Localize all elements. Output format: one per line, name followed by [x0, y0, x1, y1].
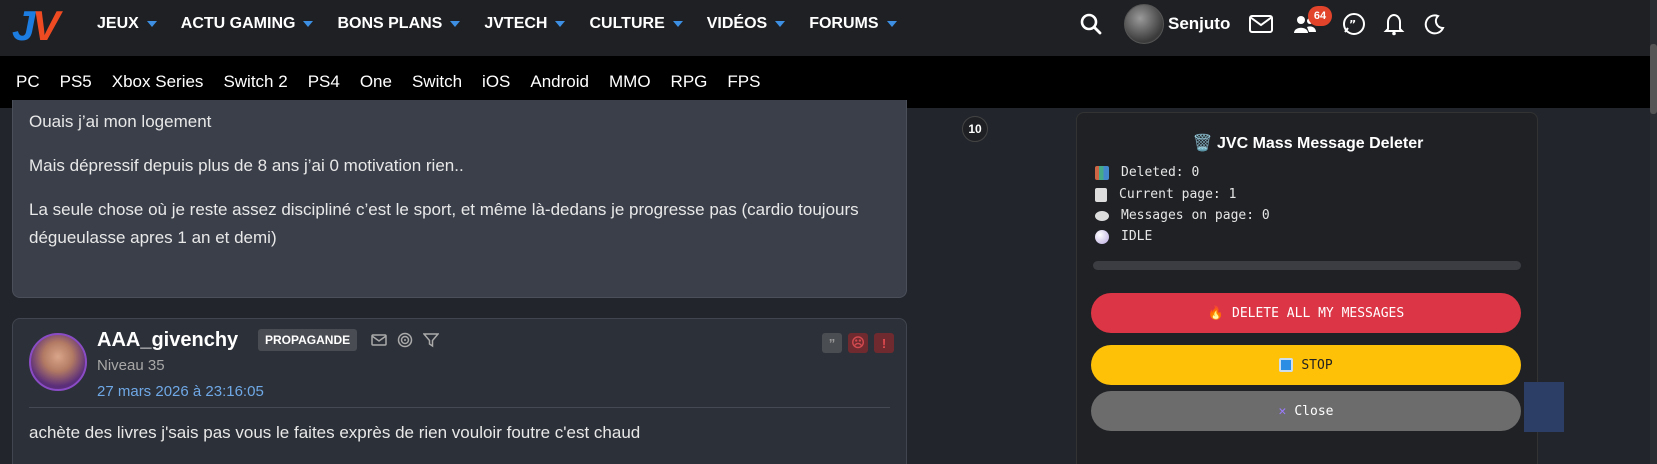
nav-label: CULTURE [589, 15, 665, 32]
status-label: IDLE [1121, 229, 1153, 244]
main-menu: JEUX ACTU GAMING BONS PLANS JVTECH CULTU… [97, 0, 921, 48]
button-label: Close [1294, 403, 1334, 419]
stop-icon [1279, 358, 1294, 372]
status-dot-icon [1095, 229, 1109, 244]
chevron-down-icon [886, 21, 897, 27]
nav-actu-gaming[interactable]: ACTU GAMING [181, 15, 314, 33]
report-icon[interactable]: ! [874, 333, 894, 353]
platform-android[interactable]: Android [530, 72, 589, 92]
nav-label: FORUMS [809, 15, 879, 32]
speech-bubble-icon [1095, 210, 1109, 221]
platform-ps5[interactable]: PS5 [60, 72, 92, 92]
username[interactable]: Senjuto [1168, 14, 1230, 34]
platform-fps[interactable]: FPS [727, 72, 760, 92]
post-date[interactable]: 27 mars 2026 à 23:16:05 [97, 383, 264, 400]
nav-videos[interactable]: VIDÉOS [706, 15, 786, 33]
post-text: achète des livres j'sais pas vous le fai… [29, 423, 641, 442]
mass-deleter-panel: 🗑️ JVC Mass Message Deleter Deleted: 0 C… [1076, 112, 1538, 464]
chevron-down-icon [303, 21, 314, 27]
stat-deleted: Deleted: 0 [1095, 165, 1199, 180]
stat-label: Deleted: 0 [1121, 165, 1200, 180]
user-avatar[interactable] [1124, 4, 1164, 44]
nav-jeux[interactable]: JEUX [97, 15, 157, 33]
fire-icon: 🔥 [1207, 305, 1224, 321]
stat-current-page: Current page: 1 [1095, 187, 1236, 202]
quote-icon[interactable]: ” [822, 333, 842, 353]
progress-bar [1093, 261, 1521, 270]
stat-messages: Messages on page: 0 [1095, 208, 1270, 223]
moon-icon[interactable] [1421, 10, 1449, 38]
platform-pc[interactable]: PC [16, 72, 40, 92]
stat-label: Current page: 1 [1119, 187, 1237, 202]
chevron-down-icon [672, 21, 683, 27]
platform-rpg[interactable]: RPG [671, 72, 708, 92]
stat-status: IDLE [1095, 229, 1152, 244]
panel-title: 🗑️ JVC Mass Message Deleter [1192, 135, 1424, 152]
scrollbar-thumb[interactable] [1650, 44, 1657, 114]
post-text-line: Ouais j’ai mon logement [29, 112, 212, 131]
platform-xbox-series[interactable]: Xbox Series [112, 72, 204, 92]
chevron-down-icon [450, 21, 461, 27]
stop-button[interactable]: STOP [1091, 345, 1521, 385]
author-tag: PROPAGANDE [258, 329, 358, 351]
svg-text:”: ” [1349, 18, 1356, 31]
platform-one[interactable]: One [360, 72, 392, 92]
post-text-line: La seule chose où je reste assez discipl… [29, 200, 859, 219]
logo-v: V [32, 2, 61, 49]
chevron-down-icon [775, 21, 786, 27]
forum-post: AAA_givenchy PROPAGANDE Niveau 35 27 mar… [12, 318, 907, 464]
nav-label: BONS PLANS [337, 15, 443, 32]
chat-widget[interactable] [1524, 382, 1564, 432]
chevron-down-icon [146, 21, 157, 27]
nav-label: ACTU GAMING [180, 15, 296, 32]
forum-quote-icon[interactable]: ” [1340, 10, 1368, 38]
mail-icon[interactable] [1247, 10, 1275, 38]
nav-label: JVTECH [484, 15, 548, 32]
close-icon: ✕ [1278, 403, 1287, 419]
chart-icon [1095, 165, 1109, 180]
page-icon [1095, 187, 1107, 202]
spiral-icon[interactable] [396, 331, 414, 349]
delete-all-button[interactable]: 🔥 DELETE ALL MY MESSAGES [1091, 293, 1521, 333]
divider [29, 407, 890, 408]
platform-mmo[interactable]: MMO [609, 72, 651, 92]
nav-culture[interactable]: CULTURE [589, 15, 683, 33]
button-label: STOP [1301, 357, 1333, 373]
filter-icon[interactable] [422, 331, 440, 349]
platform-switch[interactable]: Switch [412, 72, 462, 92]
platform-switch-2[interactable]: Switch 2 [223, 72, 287, 92]
top-navbar: J V JEUX ACTU GAMING BONS PLANS JVTECH C… [0, 0, 1657, 56]
close-button[interactable]: ✕ Close [1091, 391, 1521, 431]
forum-post: Ouais j’ai mon logement Mais dépressif d… [12, 100, 907, 298]
author-name[interactable]: AAA_givenchy [97, 329, 238, 352]
post-action-buttons: ” ☹ ! [816, 333, 894, 353]
bell-icon[interactable] [1380, 10, 1408, 38]
author-actions [370, 331, 448, 349]
stat-label: Messages on page: 0 [1121, 208, 1270, 223]
nav-label: JEUX [97, 15, 139, 32]
notification-badge: 64 [1308, 6, 1332, 26]
author-level: Niveau 35 [97, 357, 165, 374]
chevron-down-icon [555, 21, 566, 27]
search-icon[interactable] [1077, 10, 1105, 38]
author-avatar[interactable] [29, 333, 87, 391]
platform-ps4[interactable]: PS4 [308, 72, 340, 92]
mail-icon[interactable] [370, 331, 388, 349]
sad-face-icon[interactable]: ☹ [848, 333, 868, 353]
nav-bons-plans[interactable]: BONS PLANS [337, 15, 461, 33]
platform-ios[interactable]: iOS [482, 72, 510, 92]
button-label: DELETE ALL MY MESSAGES [1232, 305, 1405, 321]
nav-label: VIDÉOS [706, 15, 768, 32]
nav-jvtech[interactable]: JVTECH [484, 15, 566, 33]
nav-forums[interactable]: FORUMS [809, 15, 897, 33]
post-counter-badge: 10 [962, 116, 988, 142]
post-text-line: Mais dépressif depuis plus de 8 ans j’ai… [29, 156, 464, 175]
jv-logo[interactable]: J V [12, 4, 66, 48]
post-text-line: dégueulasse apres 1 an et demi) [29, 228, 277, 247]
